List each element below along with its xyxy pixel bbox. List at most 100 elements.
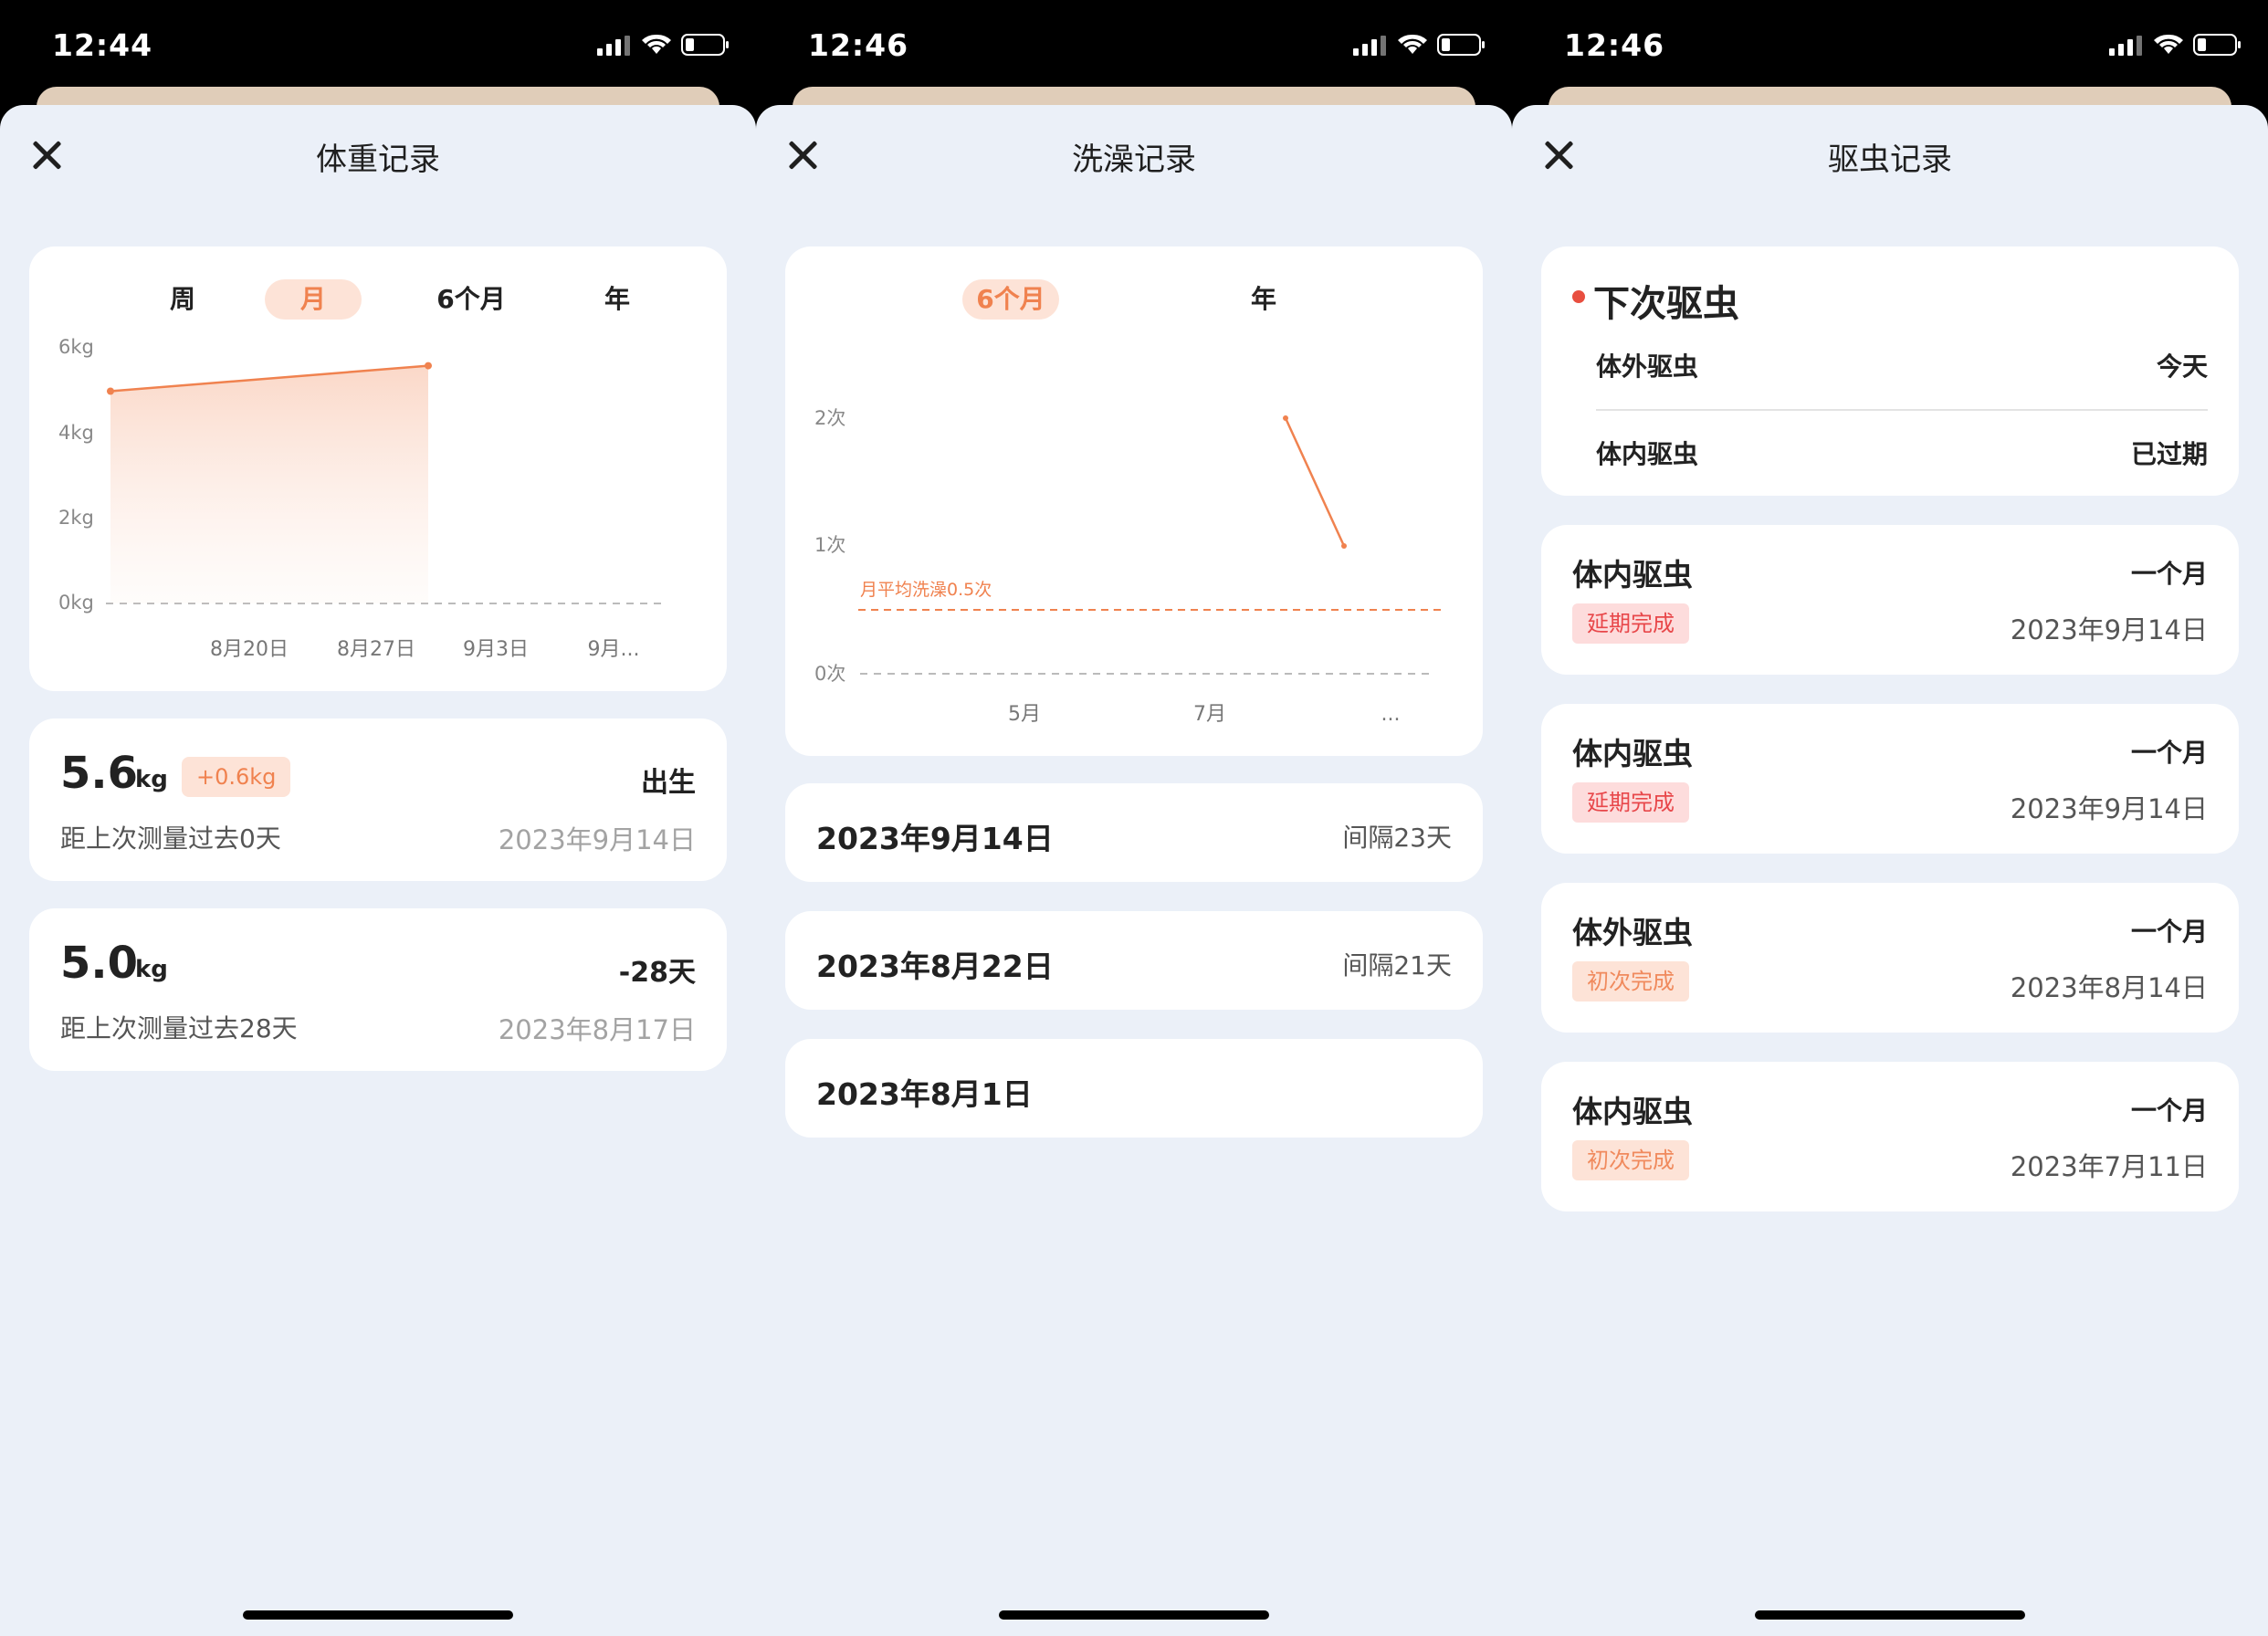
home-indicator[interactable]	[243, 1610, 513, 1620]
row-label: 体外驱虫	[1596, 351, 1699, 382]
data-point	[1283, 415, 1288, 421]
weight-entry[interactable]: 5.6 kg +0.6kg 出生 距上次测量过去0天 2023年9月14日	[29, 718, 727, 881]
row-label: 体内驱虫	[1596, 439, 1699, 469]
average-label: 月平均洗澡0.5次	[860, 580, 992, 600]
next-deworm-heading: 下次驱虫	[1593, 283, 1739, 325]
bath-sheet: 洗澡记录 6个月 年 2次 1次 0次 月平均洗澡0.5次 5月 7月 ... …	[756, 105, 1512, 1636]
status-badge: 初次完成	[1572, 1140, 1689, 1180]
deworm-screen: 12:46 驱虫记录 下次驱虫 体外驱虫 今天 体内驱虫 已过期 体内驱虫 一个…	[1512, 0, 2268, 1636]
signal-icon	[2109, 36, 2142, 56]
battery-icon	[681, 34, 729, 56]
deworm-kind: 体内驱虫	[1572, 557, 1693, 593]
entry-subtitle: 距上次测量过去0天	[60, 823, 281, 854]
battery-icon	[2193, 34, 2241, 56]
weight-chart-card: 周 月 6个月 年 6kg 4kg 2kg 0kg 8月20日 8月27日 9月…	[29, 246, 727, 691]
wifi-icon	[2154, 34, 2183, 54]
deworm-date: 2023年7月11日	[2010, 1151, 2208, 1182]
deworm-date: 2023年8月14日	[2010, 972, 2208, 1003]
row-value: 已过期	[2130, 439, 2208, 469]
deworm-date: 2023年9月14日	[2010, 793, 2208, 824]
next-deworm-row: 体内驱虫 已过期	[1596, 435, 2208, 471]
page-title: 洗澡记录	[1072, 142, 1196, 178]
weight-screen: 12:44 体重记录 周 月 6个月 年 6kg 4kg 2kg 0kg 8月2…	[0, 0, 756, 1636]
x-tick: ...	[1381, 703, 1401, 726]
status-time: 12:44	[52, 27, 153, 63]
y-tick: 6kg	[58, 336, 94, 358]
deworm-period: 一个月	[2130, 559, 2208, 589]
wifi-icon	[1398, 34, 1427, 54]
deworm-sheet: 驱虫记录 下次驱虫 体外驱虫 今天 体内驱虫 已过期 体内驱虫 一个月 延期完成…	[1512, 105, 2268, 1636]
bath-record[interactable]: 2023年9月14日 间隔23天	[785, 783, 1483, 882]
bath-interval: 间隔21天	[1342, 950, 1452, 981]
status-time: 12:46	[1564, 27, 1665, 63]
bath-date: 2023年8月1日	[816, 1076, 1033, 1112]
weight-value: 5.0	[60, 938, 139, 989]
x-tick: 9月3日	[463, 638, 529, 661]
x-tick: 9月...	[588, 638, 640, 661]
status-bar: 12:44	[0, 0, 756, 91]
deworm-period: 一个月	[2130, 738, 2208, 768]
status-badge: 延期完成	[1572, 603, 1689, 644]
home-indicator[interactable]	[1755, 1610, 2025, 1620]
deworm-period: 一个月	[2130, 917, 2208, 947]
signal-icon	[1353, 36, 1386, 56]
status-badge: 延期完成	[1572, 782, 1689, 823]
weight-sheet: 体重记录 周 月 6个月 年 6kg 4kg 2kg 0kg 8月20日 8月2…	[0, 105, 756, 1636]
deworm-record[interactable]: 体内驱虫 一个月 延期完成 2023年9月14日	[1541, 704, 2239, 854]
home-indicator[interactable]	[999, 1610, 1269, 1620]
entry-date: 2023年9月14日	[498, 824, 696, 855]
bath-line	[1284, 417, 1346, 547]
data-point	[425, 362, 432, 370]
deworm-period: 一个月	[2130, 1096, 2208, 1126]
entry-date: 2023年8月17日	[498, 1014, 696, 1045]
weight-entry[interactable]: 5.0 kg -28天 距上次测量过去28天 2023年8月17日	[29, 908, 727, 1071]
status-bar: 12:46	[1512, 0, 2268, 91]
bath-screen: 12:46 洗澡记录 6个月 年 2次 1次 0次 月平均洗澡0.5次 5月 7…	[756, 0, 1512, 1636]
deworm-date: 2023年9月14日	[2010, 614, 2208, 645]
weight-area	[110, 365, 428, 603]
entry-subtitle: 距上次测量过去28天	[60, 1013, 298, 1043]
deworm-record[interactable]: 体内驱虫 一个月 初次完成 2023年7月11日	[1541, 1062, 2239, 1211]
status-time: 12:46	[808, 27, 909, 63]
deworm-kind: 体内驱虫	[1572, 736, 1693, 771]
next-deworm-row: 体外驱虫 今天	[1596, 347, 2208, 383]
entry-tag: 出生	[641, 767, 696, 799]
bath-record[interactable]: 2023年8月1日	[785, 1039, 1483, 1138]
divider	[1596, 409, 2208, 411]
bath-interval: 间隔23天	[1342, 823, 1452, 853]
data-point	[1341, 543, 1347, 549]
x-tick: 7月	[1193, 703, 1226, 726]
x-tick: 8月20日	[210, 638, 289, 661]
y-tick: 0kg	[58, 592, 94, 614]
y-tick: 2次	[814, 407, 845, 429]
page-title: 体重记录	[316, 142, 440, 178]
y-tick: 4kg	[58, 422, 94, 444]
page-title: 驱虫记录	[1828, 142, 1952, 178]
entry-tag: -28天	[618, 957, 696, 989]
next-deworm-card: 下次驱虫 体外驱虫 今天 体内驱虫 已过期	[1541, 246, 2239, 496]
bath-chart: 2次 1次 0次 月平均洗澡0.5次 5月 7月 ...	[814, 407, 1441, 726]
weight-unit: kg	[135, 766, 168, 793]
y-tick: 1次	[814, 534, 845, 556]
weight-chart: 6kg 4kg 2kg 0kg 8月20日 8月27日 9月3日 9月...	[58, 336, 663, 661]
deworm-record[interactable]: 体外驱虫 一个月 初次完成 2023年8月14日	[1541, 883, 2239, 1033]
x-tick: 5月	[1008, 703, 1041, 726]
weight-value: 5.6	[60, 748, 139, 799]
x-tick: 8月27日	[337, 638, 415, 661]
bath-date: 2023年9月14日	[816, 821, 1054, 856]
bath-date: 2023年8月22日	[816, 949, 1054, 984]
battery-icon	[1437, 34, 1485, 56]
status-badge: 初次完成	[1572, 961, 1689, 1002]
data-point	[107, 387, 114, 395]
deworm-kind: 体外驱虫	[1572, 915, 1693, 950]
row-value: 今天	[2156, 351, 2208, 382]
weight-diff-badge: +0.6kg	[182, 757, 291, 797]
bath-chart-card: 6个月 年 2次 1次 0次 月平均洗澡0.5次 5月 7月 ...	[785, 246, 1483, 756]
weight-unit: kg	[135, 956, 168, 983]
status-bar: 12:46	[756, 0, 1512, 91]
bath-record[interactable]: 2023年8月22日 间隔21天	[785, 911, 1483, 1010]
signal-icon	[597, 36, 630, 56]
y-tick: 2kg	[58, 507, 94, 529]
deworm-record[interactable]: 体内驱虫 一个月 延期完成 2023年9月14日	[1541, 525, 2239, 675]
alert-dot-icon	[1572, 290, 1585, 303]
